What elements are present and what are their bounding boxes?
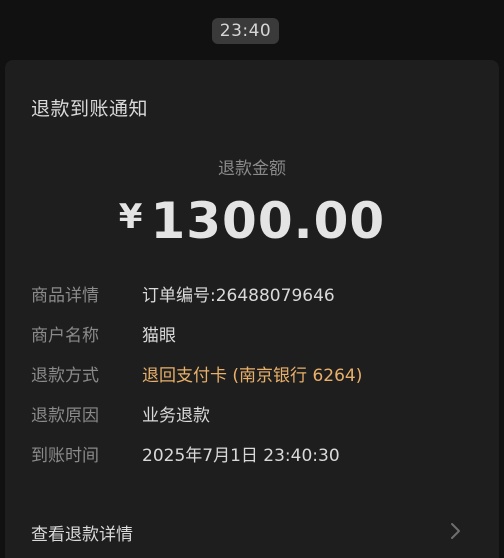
detail-label: 商品详情 xyxy=(31,286,99,306)
screen: 23:40 退款到账通知 退款金额 ¥1300.00 商品详情 订单编号:264… xyxy=(0,0,504,558)
refund-notification-card[interactable]: 退款到账通知 退款金额 ¥1300.00 商品详情 订单编号:264880796… xyxy=(5,60,499,558)
amount-label: 退款金额 xyxy=(218,159,286,179)
detail-value: 退回支付卡 (南京银行 6264) xyxy=(142,366,363,386)
detail-value: 订单编号:26488079646 xyxy=(142,286,335,306)
detail-label: 退款原因 xyxy=(31,406,99,426)
view-refund-details-link[interactable]: 查看退款详情 xyxy=(5,510,499,550)
refund-amount: ¥1300.00 xyxy=(5,192,499,250)
detail-label: 退款方式 xyxy=(31,366,99,386)
detail-value: 2025年7月1日 23:40:30 xyxy=(142,446,340,466)
detail-label: 商户名称 xyxy=(31,326,99,346)
detail-label: 到账时间 xyxy=(31,446,99,466)
currency-symbol: ¥ xyxy=(118,197,143,237)
message-timestamp: 23:40 xyxy=(212,18,279,44)
card-title: 退款到账通知 xyxy=(31,98,149,120)
chevron-right-icon xyxy=(445,520,465,542)
view-refund-details-label: 查看退款详情 xyxy=(31,525,133,545)
detail-value: 猫眼 xyxy=(142,326,176,346)
amount-value: 1300.00 xyxy=(150,192,386,250)
detail-value: 业务退款 xyxy=(142,406,210,426)
